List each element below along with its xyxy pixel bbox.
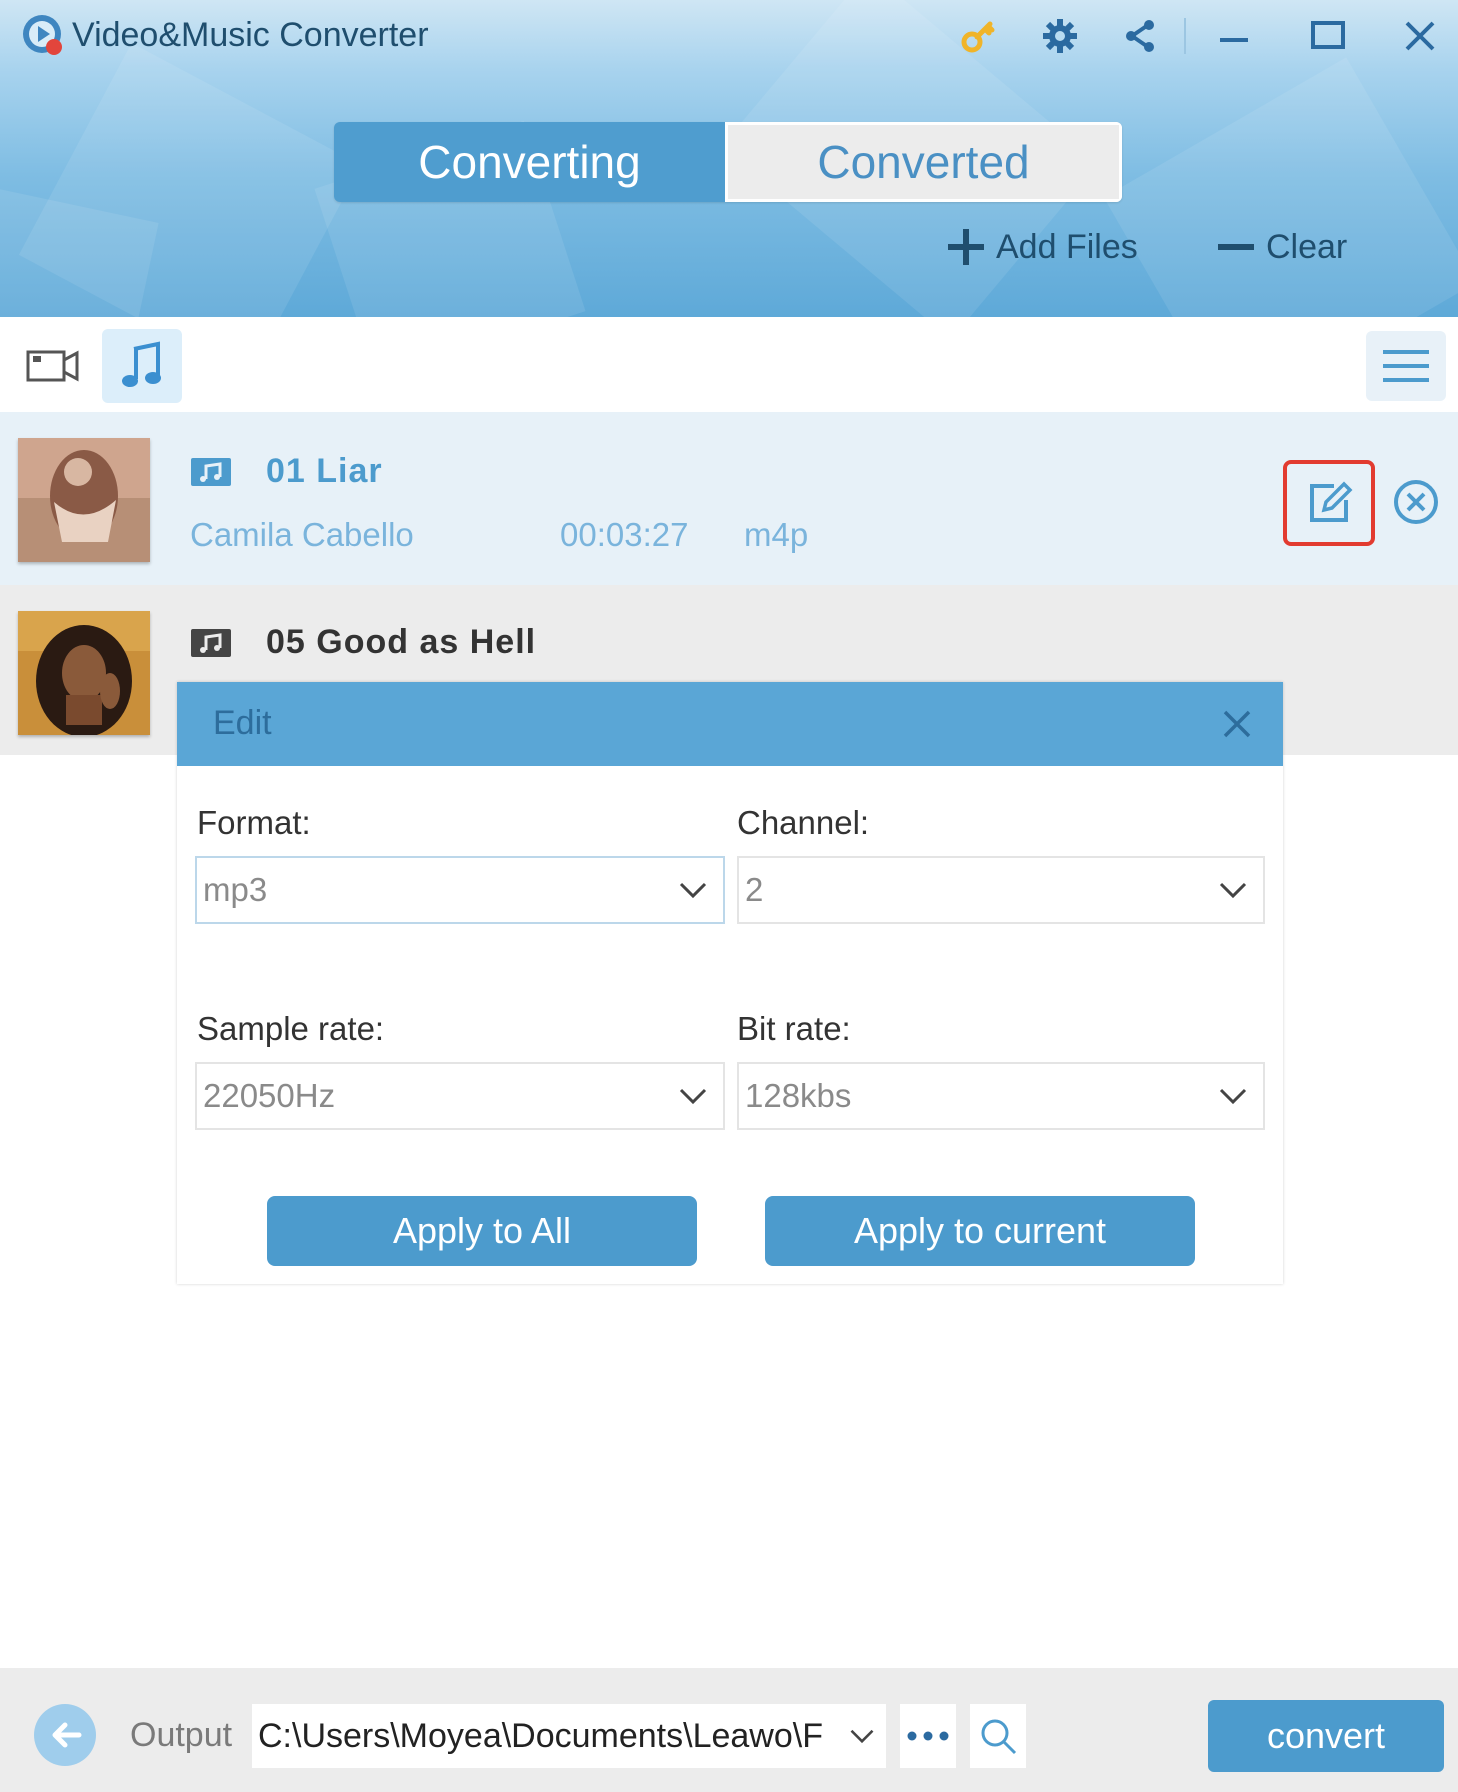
sample-rate-select[interactable]: 22050Hz: [195, 1062, 725, 1130]
hamburger-menu-icon[interactable]: [1366, 331, 1446, 401]
edit-dialog: Edit Format: mp3 Channel: 2 Sample rate:…: [177, 682, 1283, 1284]
maximize-icon[interactable]: [1300, 8, 1356, 64]
edit-dialog-header: Edit: [177, 682, 1283, 766]
chevron-down-icon: [850, 1729, 874, 1744]
output-label: Output: [130, 1716, 233, 1754]
edit-dialog-title: Edit: [213, 704, 272, 742]
minimize-icon[interactable]: [1206, 8, 1262, 64]
title-separator: [1184, 18, 1186, 54]
format-select[interactable]: mp3: [195, 856, 725, 924]
file-title-group: 05 Good as Hell: [190, 623, 536, 662]
sample-rate-value: 22050Hz: [203, 1077, 336, 1114]
video-camera-icon[interactable]: [18, 335, 88, 397]
add-files-label: Add Files: [996, 227, 1138, 266]
bottom-bar: Output C:\Users\Moyea\Documents\Leawo\F …: [0, 1668, 1458, 1792]
remove-circle-icon[interactable]: [1392, 478, 1440, 526]
file-duration: 00:03:27: [560, 516, 689, 553]
convert-button[interactable]: convert: [1208, 1700, 1444, 1772]
app-title: Video&Music Converter: [72, 16, 429, 54]
add-files-button[interactable]: Add Files: [946, 222, 1138, 272]
file-format: m4p: [744, 516, 809, 553]
chevron-down-icon: [679, 882, 707, 899]
key-icon[interactable]: [950, 8, 1006, 64]
audio-file-icon: [191, 457, 231, 486]
apply-to-all-button[interactable]: Apply to All: [267, 1196, 697, 1266]
music-note-icon[interactable]: [102, 329, 182, 403]
album-art-good-as-hell: [18, 611, 150, 735]
file-artist: Camila Cabello: [190, 516, 414, 553]
channel-select[interactable]: 2: [737, 856, 1265, 924]
channel-label: Channel:: [737, 804, 870, 841]
dialog-close-icon[interactable]: [1217, 704, 1257, 744]
edit-button[interactable]: [1283, 460, 1375, 546]
app-logo-icon: [20, 12, 66, 58]
bit-rate-select[interactable]: 128kbs: [737, 1062, 1265, 1130]
media-type-toolbar: [0, 317, 1458, 412]
search-icon[interactable]: [970, 1704, 1026, 1768]
album-art-liar: [18, 438, 150, 562]
close-icon[interactable]: [1392, 8, 1448, 64]
chevron-down-icon: [1219, 1088, 1247, 1105]
file-title: 01 Liar: [266, 452, 383, 490]
file-row[interactable]: 01 Liar Camila Cabello 00:03:27 m4p: [0, 412, 1458, 585]
chevron-down-icon: [679, 1088, 707, 1105]
chevron-down-icon: [1219, 882, 1247, 899]
minus-icon: [1218, 244, 1254, 250]
output-path-value: C:\Users\Moyea\Documents\Leawo\F: [258, 1716, 823, 1755]
converter-tabs: Converting Converted: [334, 122, 1122, 202]
plus-icon: [948, 229, 984, 265]
bit-rate-label: Bit rate:: [737, 1010, 851, 1047]
audio-file-icon: [191, 628, 231, 657]
ellipsis-icon[interactable]: [900, 1704, 956, 1768]
output-path-select[interactable]: C:\Users\Moyea\Documents\Leawo\F: [252, 1704, 886, 1768]
gear-icon[interactable]: [1032, 8, 1088, 64]
clear-button[interactable]: Clear: [1216, 222, 1347, 272]
tab-converted[interactable]: Converted: [725, 122, 1122, 202]
channel-value: 2: [745, 871, 764, 908]
file-title-group: 01 Liar: [190, 452, 383, 491]
sample-rate-label: Sample rate:: [197, 1010, 385, 1047]
back-arrow-icon[interactable]: [34, 1704, 96, 1766]
app-header: Video&Music Converter Converting Convert…: [0, 0, 1458, 317]
edit-icon: [1310, 481, 1353, 522]
format-value: mp3: [203, 871, 268, 908]
clear-label: Clear: [1266, 227, 1348, 266]
tab-converting[interactable]: Converting: [334, 122, 725, 202]
file-title: 05 Good as Hell: [266, 623, 537, 661]
format-label: Format:: [197, 804, 311, 841]
apply-to-current-button[interactable]: Apply to current: [765, 1196, 1195, 1266]
share-icon[interactable]: [1112, 8, 1168, 64]
bit-rate-value: 128kbs: [745, 1077, 852, 1114]
